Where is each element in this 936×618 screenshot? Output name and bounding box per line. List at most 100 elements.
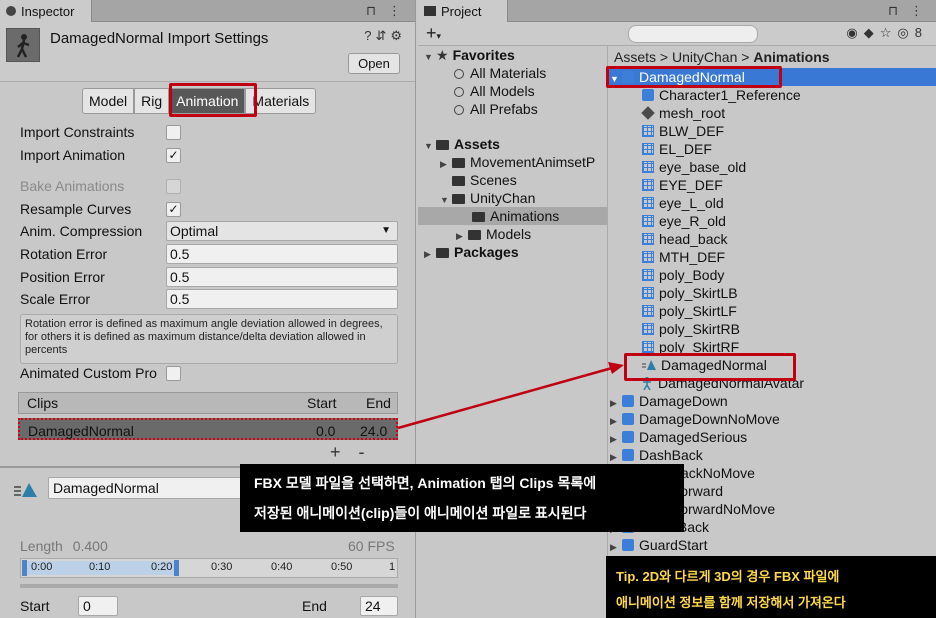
file-item[interactable]: ▶ DamageDown [608,392,728,410]
folder-item-animations[interactable]: Animations [418,207,607,225]
anim-compression-dropdown[interactable]: Optimal ▼ [166,221,398,241]
file-item[interactable]: poly_SkirtLB [642,284,738,302]
file-list: Assets > UnityChan > Animations ▼ Damaged… [608,46,936,618]
filter-type-icon[interactable]: ◉ [846,25,863,40]
animated-custom-props-checkbox[interactable] [166,366,181,381]
model-icon [622,431,634,443]
mesh-icon [642,233,654,245]
hidden-eye-icon[interactable]: ◎ [897,25,914,40]
file-item[interactable]: Character1_Reference [642,86,801,104]
folder-icon [436,140,449,150]
clip-row[interactable]: DamagedNormal 0.0 24.0 [18,418,398,440]
timeline-scrollbar[interactable] [20,584,398,588]
lock-icon[interactable]: ⊓ [888,3,898,19]
menu-icon[interactable]: ⋮ [910,3,923,19]
file-label: eye_R_old [659,213,726,229]
resample-curves-checkbox[interactable]: ✓ [166,202,181,217]
end-field[interactable]: 24 [360,596,398,616]
end-handle[interactable] [174,560,179,576]
folder-item[interactable]: ▼ UnityChan [440,189,535,207]
folder-label: Models [486,226,532,242]
scale-error-field[interactable]: 0.5 [166,289,398,309]
mesh-icon [642,287,654,299]
file-item[interactable]: BLW_DEF [642,122,724,140]
folder-icon [452,158,465,168]
file-label: eye_L_old [659,195,724,211]
favorites-item[interactable]: ▼ ★ Favorites [424,46,515,64]
file-label: poly_SkirtLF [659,303,737,319]
breadcrumb-item[interactable]: Assets [614,49,656,65]
breadcrumb-item[interactable]: UnityChan [672,49,737,65]
clip-name-field[interactable]: DamagedNormal [48,477,248,499]
inspector-tab[interactable]: Inspector [0,0,92,22]
file-item[interactable]: eye_base_old [642,158,746,176]
folder-label: Animations [490,208,560,224]
tip-line: 애니메이션 정보를 함께 저장해서 가져온다 [616,595,846,610]
favorite-label: All Prefabs [470,101,538,117]
favorite-item[interactable]: All Models [454,82,535,100]
tab-model[interactable]: Model [82,88,135,114]
lock-icon[interactable]: ⊓ [366,3,376,19]
clips-list: Clips Start End DamagedNormal 0.0 24.0 [18,392,398,442]
file-item[interactable]: ▶ DashBack [608,446,703,464]
import-animation-checkbox[interactable]: ✓ [166,148,181,163]
file-item[interactable]: poly_Body [642,266,724,284]
import-constraints-checkbox[interactable] [166,125,181,140]
position-error-label: Position Error [20,269,105,285]
tab-rig[interactable]: Rig [134,88,170,114]
file-item[interactable]: eye_R_old [642,212,726,230]
open-button[interactable]: Open [348,53,400,74]
mesh-icon [642,125,654,137]
start-field[interactable]: 0 [78,596,118,616]
file-item[interactable]: ▶ DamageDownNoMove [608,410,780,428]
file-item[interactable]: EYE_DEF [642,176,723,194]
favorite-item[interactable]: All Materials [454,64,546,82]
clip-timeline[interactable]: 0:00 0:10 0:20 0:30 0:40 0:50 1 [20,558,398,578]
import-animation-label: Import Animation [20,147,126,163]
folder-item[interactable]: ▶ MovementAnimsetP [440,153,595,171]
expand-arrow-icon: ▼ [424,141,433,151]
packages-item[interactable]: ▶ Packages [424,243,519,261]
remove-clip-button[interactable]: - [359,442,383,462]
file-item[interactable]: head_back [642,230,728,248]
animation-tab-highlight [169,83,257,117]
assets-item[interactable]: ▼ Assets [424,135,500,153]
start-handle[interactable] [22,560,27,576]
settings-slider-icon[interactable]: ⇵ [375,28,390,43]
menu-icon[interactable]: ⋮ [388,3,401,19]
gear-icon[interactable]: ⚙ [390,28,406,43]
resample-curves-label: Resample Curves [20,201,132,217]
file-item[interactable]: poly_SkirtRB [642,320,740,338]
timeline-tick: 0:10 [89,561,111,573]
packages-label: Packages [454,244,519,260]
position-error-field[interactable]: 0.5 [166,267,398,287]
file-item[interactable]: EL_DEF [642,140,712,158]
folder-item[interactable]: Scenes [452,171,517,189]
add-clip-button[interactable]: + [330,442,359,462]
rotation-error-field[interactable]: 0.5 [166,244,398,264]
create-button[interactable]: +▾ [426,23,441,44]
import-constraints-label: Import Constraints [20,124,135,140]
project-tab[interactable]: Project [418,0,508,22]
mesh-icon [642,215,654,227]
filter-label-icon[interactable]: ◆ [864,25,880,40]
help-icon[interactable]: ? [364,28,375,43]
file-item[interactable]: ▶ DamagedSerious [608,428,747,446]
folder-item[interactable]: ▶ Models [456,225,531,243]
clip-highlight [624,353,796,381]
clip-end: 24.0 [360,423,388,439]
search-input[interactable] [628,25,758,43]
file-item[interactable]: eye_L_old [642,194,724,212]
collapse-arrow-icon[interactable]: ▶ [610,538,622,556]
file-item[interactable]: poly_SkirtLF [642,302,737,320]
file-item[interactable]: ▶ GuardStart [608,536,707,554]
file-item[interactable]: mesh_root [641,104,725,122]
model-icon [622,395,634,407]
favorite-label: All Models [470,83,535,99]
file-item[interactable]: MTH_DEF [642,248,725,266]
explanation-callout: FBX 모델 파일을 선택하면, Animation 탭의 Clips 목록에 … [240,464,684,532]
favorite-item[interactable]: All Prefabs [454,100,538,118]
model-thumbnail [6,28,40,62]
anim-compression-value: Optimal [170,223,219,239]
favorite-icon[interactable]: ☆ [880,25,898,40]
